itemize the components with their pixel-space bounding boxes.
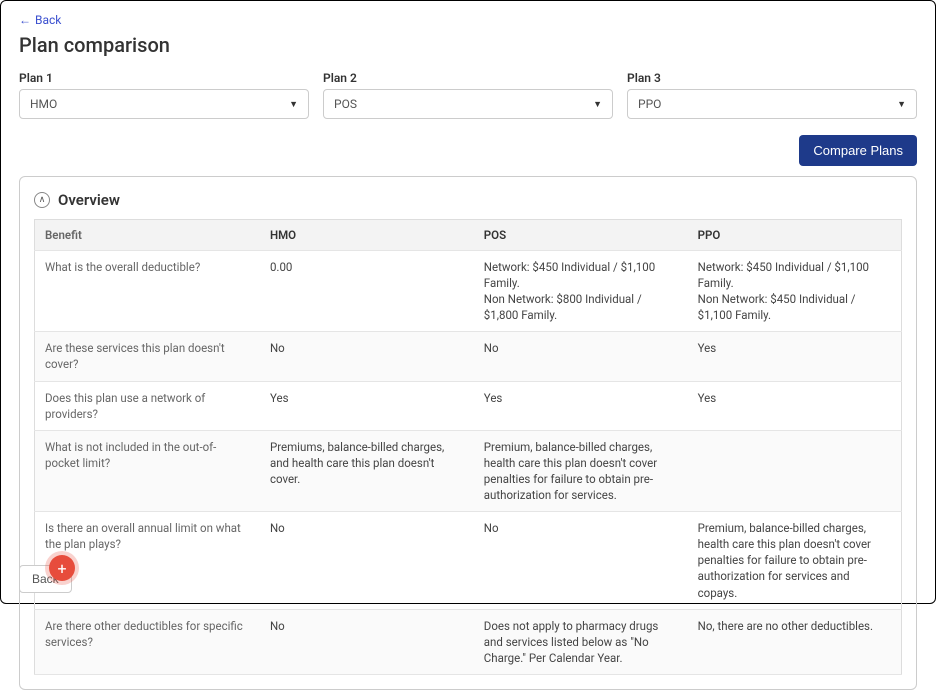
cell-benefit: Are there other deductibles for specific… xyxy=(35,609,260,674)
cell-pos: Does not apply to pharmacy drugs and ser… xyxy=(474,609,688,674)
back-link[interactable]: ← Back xyxy=(19,13,61,27)
collapse-icon[interactable]: ∧ xyxy=(34,192,50,208)
cell-hmo: 0.00 xyxy=(260,251,474,332)
cell-ppo: Yes xyxy=(688,332,902,381)
table-row: Are there other deductibles for specific… xyxy=(35,609,902,674)
cell-pos: No xyxy=(474,512,688,609)
plan-1-value: HMO xyxy=(30,97,57,111)
cell-benefit: Are these services this plan doesn't cov… xyxy=(35,332,260,381)
panel-header: ∧ Overview xyxy=(34,191,902,209)
cell-hmo: No xyxy=(260,609,474,674)
col-header-hmo: HMO xyxy=(260,220,474,251)
cell-pos: Premium, balance-billed charges, health … xyxy=(474,430,688,511)
cell-pos: Yes xyxy=(474,381,688,430)
add-fab-button[interactable]: + xyxy=(49,555,75,581)
table-row: Are these services this plan doesn't cov… xyxy=(35,332,902,381)
cell-benefit: Does this plan use a network of provider… xyxy=(35,381,260,430)
cell-hmo: Yes xyxy=(260,381,474,430)
cell-ppo: Yes xyxy=(688,381,902,430)
plan-3-value: PPO xyxy=(638,97,661,111)
plan-selectors: Plan 1 HMO ▼ Plan 2 POS ▼ Plan 3 PPO ▼ xyxy=(19,71,917,119)
plan-3-select[interactable]: PPO ▼ xyxy=(627,89,917,119)
cell-benefit: What is the overall deductible? xyxy=(35,251,260,332)
table-row: Does this plan use a network of provider… xyxy=(35,381,902,430)
plan-1-column: Plan 1 HMO ▼ xyxy=(19,71,309,119)
actions-row: Compare Plans xyxy=(19,135,917,166)
page-title: Plan comparison xyxy=(19,33,917,57)
plan-2-label: Plan 2 xyxy=(323,71,613,85)
table-row: Is there an overall annual limit on what… xyxy=(35,512,902,609)
cell-hmo: No xyxy=(260,512,474,609)
caret-down-icon: ▼ xyxy=(593,99,602,110)
panel-title: Overview xyxy=(58,191,120,209)
table-row: What is the overall deductible?0.00Netwo… xyxy=(35,251,902,332)
compare-plans-button[interactable]: Compare Plans xyxy=(799,135,917,166)
cell-benefit: What is not included in the out-of-pocke… xyxy=(35,430,260,511)
col-header-benefit: Benefit xyxy=(35,220,260,251)
cell-ppo: Premium, balance-billed charges, health … xyxy=(688,512,902,609)
back-link-text: Back xyxy=(35,13,61,27)
cell-hmo: No xyxy=(260,332,474,381)
plan-3-column: Plan 3 PPO ▼ xyxy=(627,71,917,119)
plan-2-column: Plan 2 POS ▼ xyxy=(323,71,613,119)
arrow-left-icon: ← xyxy=(19,13,31,27)
col-header-pos: POS xyxy=(474,220,688,251)
plan-1-label: Plan 1 xyxy=(19,71,309,85)
plan-2-value: POS xyxy=(334,97,357,111)
plan-1-select[interactable]: HMO ▼ xyxy=(19,89,309,119)
col-header-ppo: PPO xyxy=(688,220,902,251)
cell-ppo: Network: $450 Individual / $1,100 Family… xyxy=(688,251,902,332)
caret-down-icon: ▼ xyxy=(897,99,906,110)
overview-panel: ∧ Overview Benefit HMO POS PPO What is t… xyxy=(19,176,917,690)
cell-pos: No xyxy=(474,332,688,381)
plan-3-label: Plan 3 xyxy=(627,71,917,85)
cell-hmo: Premiums, balance-billed charges, and he… xyxy=(260,430,474,511)
table-header-row: Benefit HMO POS PPO xyxy=(35,220,902,251)
cell-pos: Network: $450 Individual / $1,100 Family… xyxy=(474,251,688,332)
table-row: What is not included in the out-of-pocke… xyxy=(35,430,902,511)
plus-icon: + xyxy=(57,559,66,578)
cell-ppo: No, there are no other deductibles. xyxy=(688,609,902,674)
caret-down-icon: ▼ xyxy=(289,99,298,110)
cell-ppo xyxy=(688,430,902,511)
plan-2-select[interactable]: POS ▼ xyxy=(323,89,613,119)
comparison-table: Benefit HMO POS PPO What is the overall … xyxy=(34,219,902,675)
